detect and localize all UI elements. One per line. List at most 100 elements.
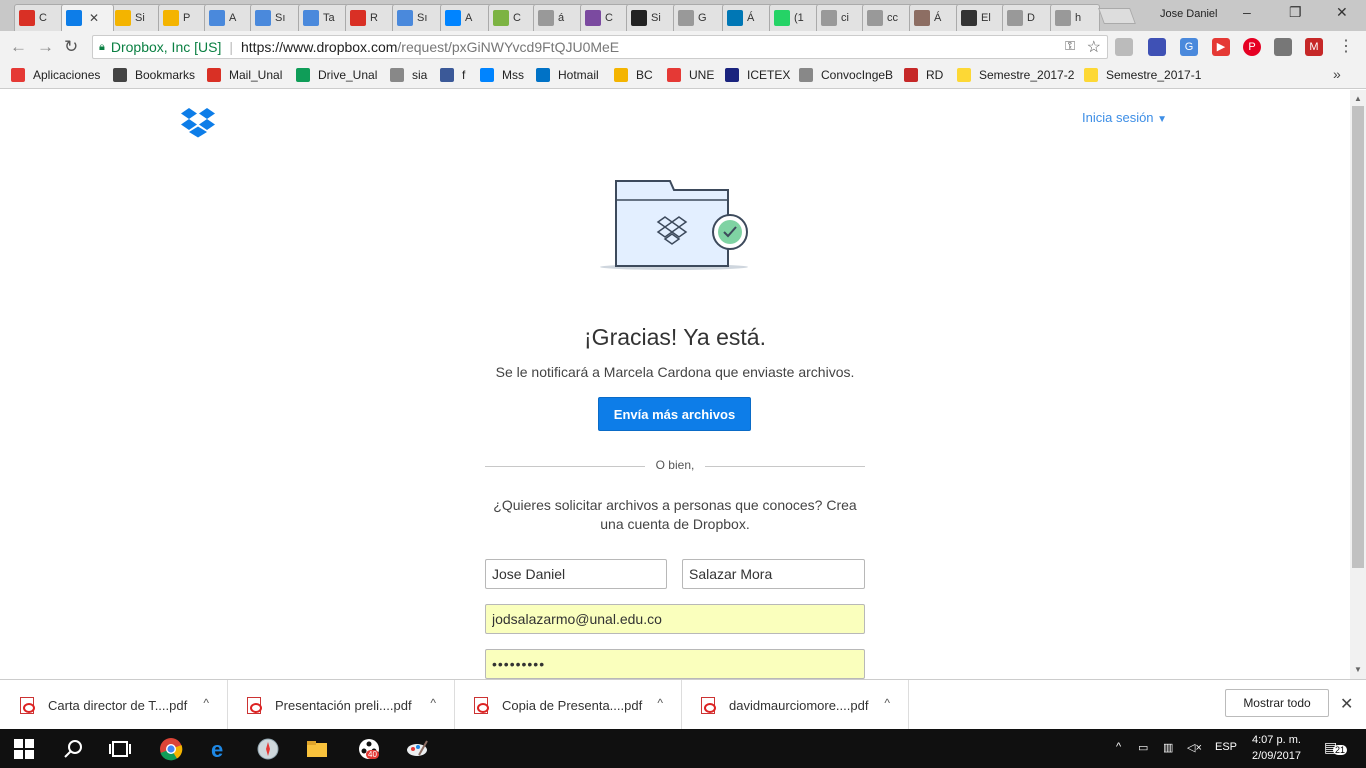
new-tab-button[interactable] — [1098, 8, 1136, 24]
browser-tab[interactable]: C — [488, 4, 537, 31]
forward-icon[interactable]: → — [37, 37, 54, 57]
bookmark-item[interactable]: Semestre_2017-1 — [1084, 68, 1201, 82]
chevron-up-icon[interactable]: ^ — [1116, 741, 1121, 753]
browser-tab[interactable]: h — [1050, 4, 1100, 31]
bookmark-item[interactable]: Mail_Unal — [207, 68, 282, 82]
language-indicator[interactable]: ESP — [1215, 741, 1237, 753]
browser-tab[interactable]: á — [533, 4, 584, 31]
bookmark-item[interactable]: f — [440, 68, 465, 82]
key-icon[interactable]: ⚿ — [1065, 38, 1075, 54]
bookmark-item[interactable]: BC — [614, 68, 653, 82]
bookmark-label: Semestre_2017-1 — [1106, 68, 1202, 82]
browser-tab[interactable]: Si — [110, 4, 162, 31]
browser-tab[interactable]: D — [1002, 4, 1054, 31]
task-view-icon[interactable] — [108, 737, 132, 761]
profile-name[interactable]: Jose Daniel — [1160, 8, 1217, 20]
signin-menu[interactable]: Inicia sesión ▼ — [1082, 110, 1167, 125]
file-explorer-icon[interactable] — [305, 737, 329, 761]
bookmark-item[interactable]: RD — [904, 68, 943, 82]
battery-icon[interactable]: ▭ — [1138, 741, 1148, 754]
reload-icon[interactable]: ↻ — [64, 37, 78, 57]
browser-tab[interactable]: ✕ — [61, 4, 114, 31]
browser-tab[interactable]: El — [956, 4, 1006, 31]
search-icon[interactable] — [62, 737, 86, 761]
network-icon[interactable]: ▥ — [1163, 741, 1173, 754]
clock[interactable]: 4:07 p. m. 2/09/2017 — [1252, 732, 1301, 764]
browser-tab[interactable]: C — [580, 4, 630, 31]
chrome-icon[interactable] — [159, 737, 183, 761]
bookmark-item[interactable]: Mss — [480, 68, 524, 82]
show-all-downloads-button[interactable]: Mostrar todo — [1225, 689, 1329, 717]
bookmarks-overflow-icon[interactable]: » — [1333, 66, 1341, 82]
chevron-up-icon[interactable]: ^ — [657, 696, 663, 710]
bookmark-item[interactable]: UNE — [667, 68, 714, 82]
docs-icon — [397, 10, 413, 26]
edge-icon[interactable]: e — [208, 737, 232, 761]
windows-start-icon[interactable] — [14, 739, 34, 759]
browser-tab[interactable]: ci — [816, 4, 866, 31]
chevron-up-icon[interactable]: ^ — [203, 696, 209, 710]
browser-tab[interactable]: Á — [909, 4, 960, 31]
bookmark-item[interactable]: Bookmarks — [113, 68, 195, 82]
browser-tab[interactable]: Si — [626, 4, 677, 31]
bookmark-item[interactable]: Semestre_2017-2 — [957, 68, 1074, 82]
scrollbar-thumb[interactable] — [1352, 106, 1364, 568]
bookmark-item[interactable]: sia — [390, 68, 427, 82]
star-icon[interactable]: ☆ — [1087, 37, 1101, 57]
m-extension-icon[interactable]: M — [1305, 38, 1323, 56]
browser-tab[interactable]: Á — [722, 4, 773, 31]
translate-icon[interactable]: G — [1180, 38, 1198, 56]
browser-tab[interactable]: A — [204, 4, 254, 31]
browser-tab[interactable]: Sı — [392, 4, 444, 31]
download-item[interactable]: Presentación preli....pdf ^ — [227, 680, 455, 730]
browser-tab[interactable]: Ta — [298, 4, 349, 31]
forms-icon — [255, 10, 271, 26]
chevron-up-icon[interactable]: ^ — [884, 696, 890, 710]
pinterest-icon[interactable]: P — [1243, 38, 1261, 56]
video-extension-icon[interactable]: ▶ — [1212, 38, 1230, 56]
send-more-files-button[interactable]: Envía más archivos — [598, 397, 751, 431]
browser-tab[interactable]: R — [345, 4, 396, 31]
bookmark-item[interactable]: Aplicaciones — [11, 68, 100, 82]
first-name-field[interactable] — [485, 559, 667, 589]
paint-icon[interactable] — [405, 737, 429, 761]
menu-icon[interactable]: ⋮ — [1337, 38, 1355, 56]
close-window-icon[interactable]: ✕ — [1336, 4, 1348, 21]
browser-tab[interactable]: cc — [862, 4, 913, 31]
media-player-app[interactable]: 40 — [357, 737, 381, 761]
volume-muted-icon[interactable]: ◁× — [1187, 741, 1202, 754]
last-name-field[interactable] — [682, 559, 865, 589]
chevron-up-icon[interactable]: ^ — [430, 696, 436, 710]
back-icon[interactable]: ← — [10, 37, 27, 57]
browser-tab[interactable]: C — [14, 4, 65, 31]
scroll-down-icon[interactable]: ▼ — [1354, 665, 1362, 674]
restore-icon[interactable]: ❐ — [1289, 4, 1302, 21]
email-field[interactable] — [485, 604, 865, 634]
bookmark-item[interactable]: Hotmail — [536, 68, 599, 82]
dropbox-logo[interactable] — [180, 107, 216, 144]
browser-tab[interactable]: Sı — [250, 4, 302, 31]
close-tab-icon[interactable]: ✕ — [89, 11, 99, 25]
download-item[interactable]: davidmaurciomore....pdf ^ — [681, 680, 909, 730]
bookmark-item[interactable]: ICETEX — [725, 68, 790, 82]
bookmark-item[interactable]: Drive_Unal — [296, 68, 377, 82]
action-center[interactable]: ▤ 21 — [1324, 739, 1348, 757]
password-field[interactable] — [485, 649, 865, 679]
download-filename: Copia de Presenta....pdf — [502, 697, 643, 713]
download-item[interactable]: Copia de Presenta....pdf ^ — [454, 680, 682, 730]
scroll-up-icon[interactable]: ▲ — [1354, 94, 1362, 103]
browser-tab[interactable]: A — [440, 4, 492, 31]
folder-icon — [957, 68, 971, 82]
close-downloads-icon[interactable]: ✕ — [1340, 694, 1353, 714]
browser-tab[interactable]: P — [158, 4, 208, 31]
cloud-extension-icon[interactable] — [1115, 38, 1133, 56]
address-bar[interactable]: 🔒︎ Dropbox, Inc [US] | https://www.dropb… — [92, 35, 1108, 59]
browser-tab[interactable]: G — [673, 4, 726, 31]
browser-tab[interactable]: (1 — [769, 4, 820, 31]
safari-icon[interactable] — [256, 737, 280, 761]
bag-extension-icon[interactable] — [1274, 38, 1292, 56]
bookmark-item[interactable]: ConvocIngeB — [799, 68, 893, 82]
download-item[interactable]: Carta director de T....pdf ^ — [0, 680, 228, 730]
screen-extension-icon[interactable] — [1148, 38, 1166, 56]
minimize-icon[interactable]: – — [1243, 4, 1251, 20]
